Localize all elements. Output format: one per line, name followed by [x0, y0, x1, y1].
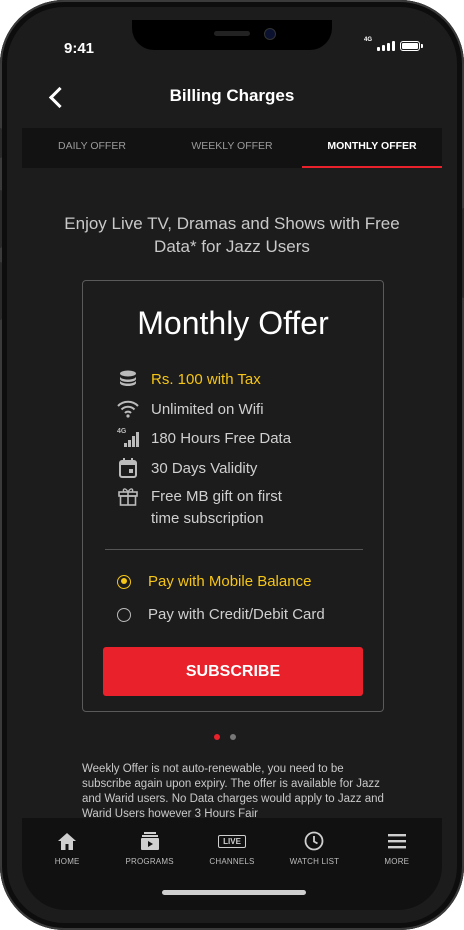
programs-icon [138, 830, 162, 852]
feature-gift-text: Free MB gift on first time subscription [151, 488, 282, 527]
menu-icon [385, 830, 409, 852]
network-type: 4G [363, 36, 372, 43]
app-header: Billing Charges [22, 72, 442, 122]
live-badge: LIVE [218, 834, 246, 848]
home-indicator[interactable] [162, 890, 306, 895]
battery-icon [400, 40, 423, 51]
tab-weekly-offer[interactable]: WEEKLY OFFER [162, 128, 302, 168]
pay-card-label: Pay with Credit/Debit Card [148, 606, 325, 623]
feature-price-text: Rs. 100 with Tax [151, 371, 261, 388]
pager-dot-active[interactable] [214, 734, 220, 740]
volume-up-button [0, 190, 2, 248]
nav-home[interactable]: HOME [26, 818, 108, 910]
radio-selected-icon[interactable] [117, 574, 131, 589]
pay-mobile-balance-option[interactable]: Pay with Mobile Balance [117, 573, 311, 590]
notch [132, 20, 332, 50]
gift-icon [117, 486, 139, 506]
mute-switch [0, 128, 2, 158]
feature-data-text: 180 Hours Free Data [151, 430, 292, 447]
front-camera [264, 28, 276, 40]
phone-frame: 9:41 4G Billing Charges DAILY OFFER WEEK… [0, 0, 464, 930]
promo-tagline: Enjoy Live TV, Dramas and Shows with Fre… [64, 214, 400, 256]
offer-disclaimer: Weekly Offer is not auto-renewable, you … [82, 763, 384, 818]
pay-card-option[interactable]: Pay with Credit/Debit Card [117, 606, 325, 623]
subscribe-button[interactable]: SUBSCRIBE [103, 647, 363, 696]
nav-more[interactable]: MORE [356, 818, 438, 910]
feature-validity: 30 Days Validity [117, 458, 257, 480]
status-time: 9:41 [64, 40, 95, 57]
page-title: Billing Charges [169, 86, 295, 105]
4g-icon-label: 4G [117, 428, 127, 435]
feature-data: 4G 180 Hours Free Data [117, 428, 291, 450]
tab-daily-offer[interactable]: DAILY OFFER [22, 128, 162, 168]
offer-title: Monthly Offer [137, 305, 329, 341]
feature-validity-text: 30 Days Validity [151, 460, 258, 477]
signal-icon [377, 40, 395, 51]
app-screen: 9:41 4G Billing Charges DAILY OFFER WEEK… [22, 20, 442, 910]
pager-dot[interactable] [230, 734, 236, 740]
nav-more-label: MORE [384, 857, 410, 866]
nav-home-label: HOME [54, 857, 80, 866]
pay-mobile-balance-label: Pay with Mobile Balance [148, 573, 312, 590]
nav-programs[interactable]: PROGRAMS [108, 818, 190, 910]
home-icon [55, 830, 79, 852]
coins-icon [117, 369, 139, 389]
offer-tabs: DAILY OFFER WEEKLY OFFER MONTHLY OFFER [22, 128, 442, 168]
radio-unselected-icon[interactable] [117, 607, 131, 622]
live-channels-icon: LIVE [218, 830, 246, 852]
feature-wifi-text: Unlimited on Wifi [151, 401, 264, 418]
nav-channels-label: CHANNELS [209, 857, 255, 866]
nav-watch-list-label: WATCH LIST [289, 857, 340, 866]
nav-channels[interactable]: LIVE CHANNELS [191, 818, 273, 910]
clock-icon [302, 830, 326, 852]
bottom-navigation: HOME PROGRAMS LIVE CHANNELS WATCH LIST M… [22, 818, 442, 910]
wifi-icon [117, 399, 139, 419]
pager-dots [214, 734, 236, 740]
tab-monthly-offer[interactable]: MONTHLY OFFER [302, 128, 442, 168]
4g-signal-icon: 4G [117, 428, 139, 448]
card-divider [105, 549, 363, 550]
volume-down-button [0, 262, 2, 320]
nav-watch-list[interactable]: WATCH LIST [273, 818, 355, 910]
nav-programs-label: PROGRAMS [125, 857, 174, 866]
offer-card: Monthly Offer Rs. 100 with Tax Unlimited… [82, 280, 384, 712]
calendar-icon [117, 458, 139, 478]
status-icons: 4G [363, 36, 423, 51]
feature-gift: Free MB gift on first time subscription [117, 486, 311, 530]
speaker-grille [214, 31, 250, 36]
feature-wifi: Unlimited on Wifi [117, 399, 264, 421]
feature-price: Rs. 100 with Tax [117, 369, 261, 391]
